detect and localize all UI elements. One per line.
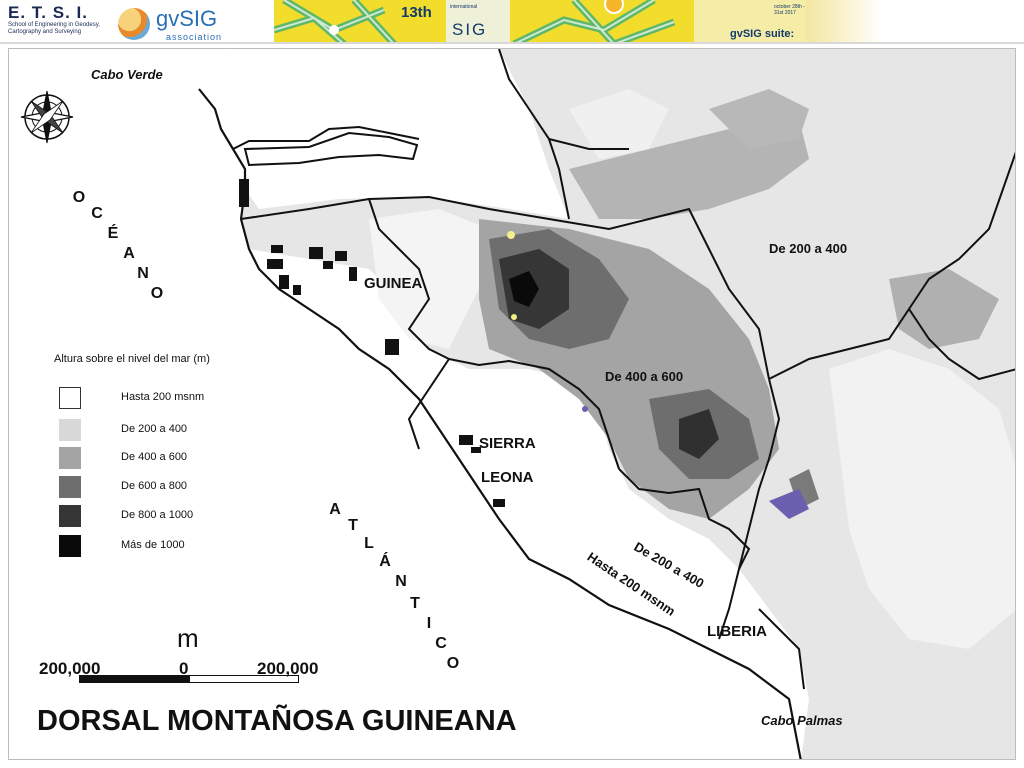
ocean-letter: C: [91, 205, 103, 222]
ocean-letter: T: [348, 517, 358, 534]
legend-swatch: [59, 535, 81, 557]
country-label-guinea: GUINEA: [364, 275, 423, 292]
gvsig-logo-association: association: [166, 32, 223, 42]
conference-international: international: [450, 4, 478, 10]
ocean-letter: O: [150, 285, 164, 302]
purple-patch: [582, 406, 588, 412]
legend-label: De 800 a 1000: [121, 509, 194, 521]
legend-swatch: [59, 447, 81, 469]
legend-swatch: [59, 476, 81, 498]
country-label-sierra-leone-line1: SIERRA: [479, 435, 536, 452]
gvsig-association-logo: gvSIG association: [118, 6, 238, 42]
gvsig-globe-icon: [118, 8, 150, 40]
etsi-logo: E. T. S. I. School of Engineering in Geo…: [8, 4, 112, 42]
conference-sig: SIG: [452, 20, 488, 39]
scale-unit: m: [177, 623, 199, 653]
conference-banner: 13th international SIG october 28th - 31…: [274, 0, 806, 42]
cape-label-cabo-palmas: Cabo Palmas: [761, 713, 843, 728]
map-frame: GUINEA SIERRA LEONA LIBERIA Cabo Verde C…: [8, 48, 1016, 760]
header-banner: E. T. S. I. School of Engineering in Geo…: [0, 0, 1024, 44]
zone-label-center: De 400 a 600: [605, 369, 684, 384]
compass-rose-icon: [20, 90, 74, 144]
ocean-letter: I: [426, 615, 432, 632]
ocean-letter: Á: [379, 553, 391, 570]
banner-fade: [806, 0, 1024, 42]
country-label-liberia: LIBERIA: [707, 623, 767, 640]
ocean-letter: A: [123, 245, 135, 262]
country-label-sierra-leone-line2: LEONA: [481, 469, 534, 486]
legend-label: Hasta 200 msnm: [121, 391, 205, 403]
legend-swatch: [59, 505, 81, 527]
legend-item: De 400 a 600: [59, 447, 319, 469]
ocean-letter: C: [435, 635, 447, 652]
legend-swatch: [59, 387, 81, 409]
zone-label-upper-right: De 200 a 400: [769, 241, 848, 256]
ocean-letter: A: [329, 501, 341, 518]
legend-label: De 200 a 400: [121, 423, 188, 435]
conference-number: 13th: [401, 4, 432, 21]
conference-date: october 28th - 31st 2017: [774, 4, 805, 16]
ocean-letter: N: [137, 265, 149, 282]
etsi-logo-title: E. T. S. I.: [8, 3, 88, 22]
legend-label: De 600 a 800: [121, 480, 188, 492]
legend-swatch: [59, 419, 81, 441]
gvsig-logo-name: gvSIG: [156, 6, 218, 31]
legend-item: De 200 a 400: [59, 419, 319, 441]
ocean-letter: O: [72, 189, 86, 206]
ocean-letter: T: [410, 595, 420, 612]
peak-marker: [511, 314, 517, 320]
cape-label-cabo-verde: Cabo Verde: [91, 67, 163, 82]
ocean-letter: N: [395, 573, 407, 590]
map-title: DORSAL MONTAÑOSA GUINEANA: [37, 705, 517, 737]
scale-bar: [79, 675, 299, 683]
legend-item: De 600 a 800: [59, 476, 319, 498]
peak-marker: [507, 231, 515, 239]
legend-item: De 800 a 1000: [59, 505, 319, 527]
legend-item: Hasta 200 msnm: [59, 387, 319, 409]
ocean-letter: É: [107, 225, 119, 242]
legend-item: Más de 1000: [59, 535, 319, 557]
legend-label: De 400 a 600: [121, 451, 188, 463]
ocean-letter: O: [446, 655, 460, 672]
legend-title: Altura sobre el nivel del mar (m): [54, 353, 210, 365]
ocean-letter: L: [364, 535, 374, 552]
scale-bar-filled: [80, 676, 190, 682]
conference-suite: gvSIG suite:: [730, 28, 795, 40]
etsi-logo-subtitle: School of Engineering in Geodesy, Cartog…: [8, 22, 100, 35]
legend-label: Más de 1000: [121, 539, 185, 551]
conference-network-graphic: [274, 0, 806, 42]
